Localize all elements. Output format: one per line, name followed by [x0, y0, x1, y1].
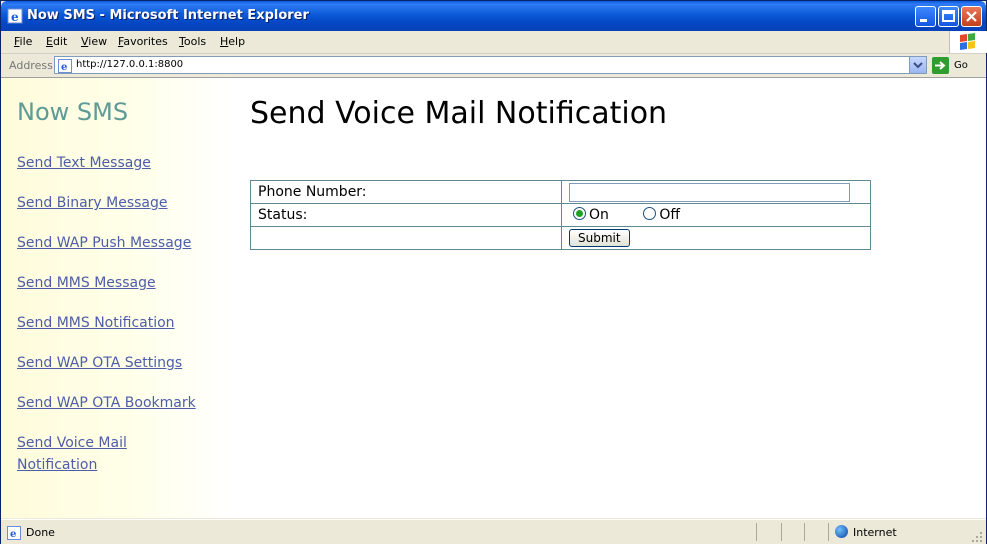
sidebar-link-send-mms-notification[interactable]: Send MMS Notification	[17, 312, 217, 334]
maximize-button[interactable]	[938, 6, 959, 27]
page-done-icon: e	[7, 525, 21, 544]
go-button[interactable]: Go	[954, 60, 968, 71]
address-input[interactable]: e http://127.0.0.1:8800	[54, 56, 927, 74]
phone-number-input[interactable]	[569, 183, 850, 202]
menu-help[interactable]: Help	[220, 35, 245, 48]
menu-file[interactable]: File	[14, 35, 32, 48]
address-url: http://127.0.0.1:8800	[76, 59, 184, 70]
window-title: Now SMS - Microsoft Internet Explorer	[27, 8, 309, 23]
sidebar-link-send-mms-message[interactable]: Send MMS Message	[17, 272, 217, 294]
status-on-option[interactable]: On	[573, 207, 609, 223]
status-label: Status:	[250, 203, 562, 227]
menu-favorites[interactable]: Favorites	[118, 35, 168, 48]
page-icon: e	[58, 58, 72, 77]
menu-tools[interactable]: Tools	[179, 35, 206, 48]
sidebar-link-send-wap-ota-bookmark[interactable]: Send WAP OTA Bookmark	[17, 392, 217, 414]
svg-text:e: e	[61, 62, 67, 73]
radio-on[interactable]	[573, 207, 586, 220]
status-cell: On Off	[561, 203, 871, 227]
brand-title: Now SMS	[17, 98, 129, 126]
globe-icon	[835, 525, 848, 538]
svg-text:e: e	[11, 10, 19, 24]
status-divider	[756, 523, 757, 541]
zone-label: Internet	[853, 526, 897, 539]
browser-window: e Now SMS - Microsoft Internet Explorer …	[0, 0, 987, 544]
resize-grip-icon[interactable]	[971, 528, 983, 542]
sidebar-link-send-wap-ota-settings[interactable]: Send WAP OTA Settings	[17, 352, 217, 374]
empty-cell	[250, 226, 562, 250]
voice-mail-form: Phone Number: Status: On Off Submit	[250, 180, 871, 250]
ie-icon: e	[7, 8, 23, 24]
sidebar-link-send-wap-push-message[interactable]: Send WAP Push Message	[17, 232, 217, 254]
sidebar-link-send-binary-message[interactable]: Send Binary Message	[17, 192, 217, 214]
menu-bar: File Edit View Favorites Tools Help	[1, 31, 986, 54]
close-button[interactable]	[961, 6, 982, 27]
page-content: Now SMS Send Text Message Send Binary Me…	[1, 78, 986, 518]
title-bar[interactable]: e Now SMS - Microsoft Internet Explorer	[1, 1, 986, 31]
svg-text:e: e	[10, 529, 16, 540]
phone-number-cell	[561, 180, 871, 204]
status-off-option[interactable]: Off	[643, 207, 680, 223]
chevron-down-icon[interactable]	[909, 57, 926, 73]
page-title: Send Voice Mail Notification	[250, 96, 668, 131]
radio-off[interactable]	[643, 207, 657, 220]
address-bar: Address e http://127.0.0.1:8800 Go	[1, 54, 986, 78]
form-row-submit: Submit	[250, 226, 871, 250]
phone-number-label: Phone Number:	[250, 180, 562, 204]
submit-button[interactable]: Submit	[569, 229, 630, 247]
sidebar-link-send-text-message[interactable]: Send Text Message	[17, 152, 217, 174]
form-row-phone: Phone Number:	[250, 180, 871, 204]
status-bar: e Done Internet	[1, 519, 986, 544]
menu-edit[interactable]: Edit	[46, 35, 67, 48]
minimize-button[interactable]	[915, 6, 936, 27]
submit-cell: Submit	[561, 226, 871, 250]
status-divider	[781, 523, 782, 541]
address-label: Address	[9, 59, 53, 72]
menu-view[interactable]: View	[81, 35, 107, 48]
status-divider	[804, 523, 805, 541]
sidebar-link-send-voice-mail-notification[interactable]: Send Voice Mail Notification	[17, 432, 147, 476]
windows-logo-icon	[949, 31, 987, 53]
go-arrow-icon[interactable]	[932, 57, 949, 74]
sidebar: Now SMS Send Text Message Send Binary Me…	[1, 78, 231, 518]
form-row-status: Status: On Off	[250, 203, 871, 227]
status-divider	[828, 523, 829, 541]
status-text: Done	[26, 526, 55, 539]
